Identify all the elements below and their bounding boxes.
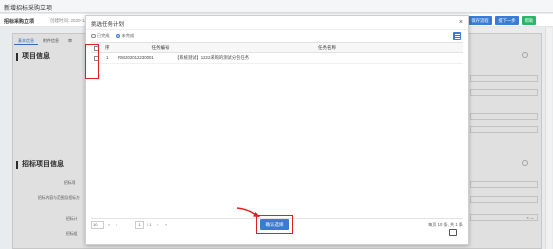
radio-label: 已完成 bbox=[97, 33, 110, 38]
window-titlebar: 新增招标采购立项 bbox=[0, 0, 553, 13]
page-scrollbar[interactable] bbox=[545, 28, 552, 249]
next-step-button[interactable]: 提下一步 bbox=[495, 16, 519, 25]
checkbox-highlight-box bbox=[85, 44, 99, 79]
radio-checked-icon bbox=[115, 33, 121, 39]
page-info: 每页 10 条, 共 1 条 bbox=[428, 222, 463, 227]
first-page-icon[interactable]: « bbox=[108, 222, 110, 227]
table-row[interactable]: 1 RW202012230001 【系统测试】1222采购的测试分包任务 bbox=[91, 53, 463, 64]
radio-uncompleted[interactable]: 未完成 bbox=[115, 33, 135, 39]
column-toggle-icon[interactable] bbox=[453, 32, 461, 40]
page-input[interactable]: 1 bbox=[135, 221, 144, 229]
status-filter: 已完成 未完成 bbox=[91, 33, 134, 39]
col-task-name: 任务名称 bbox=[318, 45, 336, 50]
save-process-button[interactable]: 保存流程 bbox=[468, 16, 492, 25]
dialog-header: 挑选任务计划 × bbox=[86, 16, 468, 30]
page-size-select[interactable]: 10 bbox=[91, 221, 104, 229]
select-task-plan-dialog: 挑选任务计划 × 已完成 未完成 序 任务编号 任务名称 1 RW2020122… bbox=[85, 15, 469, 245]
red-arrow-icon bbox=[236, 207, 260, 217]
prev-page-icon[interactable]: ‹ bbox=[116, 222, 117, 227]
radio-completed[interactable]: 已完成 bbox=[91, 33, 110, 39]
close-icon[interactable]: × bbox=[459, 19, 463, 26]
col-seq: 序 bbox=[105, 45, 110, 50]
row-task-name: 【系统测试】1222采购的测试分包任务 bbox=[175, 55, 250, 60]
help-button[interactable]: 帮助 bbox=[522, 16, 536, 25]
row-task-no: RW202012230001 bbox=[118, 55, 154, 60]
created-time: 创建时间: 2020-12 bbox=[50, 18, 88, 23]
radio-label: 未完成 bbox=[121, 33, 135, 38]
page-title: 招标采购立项 bbox=[4, 19, 35, 25]
dialog-title: 挑选任务计划 bbox=[91, 22, 125, 28]
radio-icon bbox=[91, 33, 96, 39]
table-header: 序 任务编号 任务名称 bbox=[91, 42, 463, 53]
window-title: 新增招标采购立项 bbox=[4, 6, 53, 12]
task-table: 序 任务编号 任务名称 1 RW202012230001 【系统测试】1222采… bbox=[91, 42, 463, 64]
edit-icon[interactable] bbox=[449, 229, 457, 236]
row-seq: 1 bbox=[106, 55, 109, 60]
next-page-icon[interactable]: › bbox=[157, 222, 158, 227]
page-total: / 1 bbox=[147, 222, 152, 227]
col-task-no: 任务编号 bbox=[151, 45, 170, 50]
last-page-icon[interactable]: » bbox=[165, 222, 167, 227]
